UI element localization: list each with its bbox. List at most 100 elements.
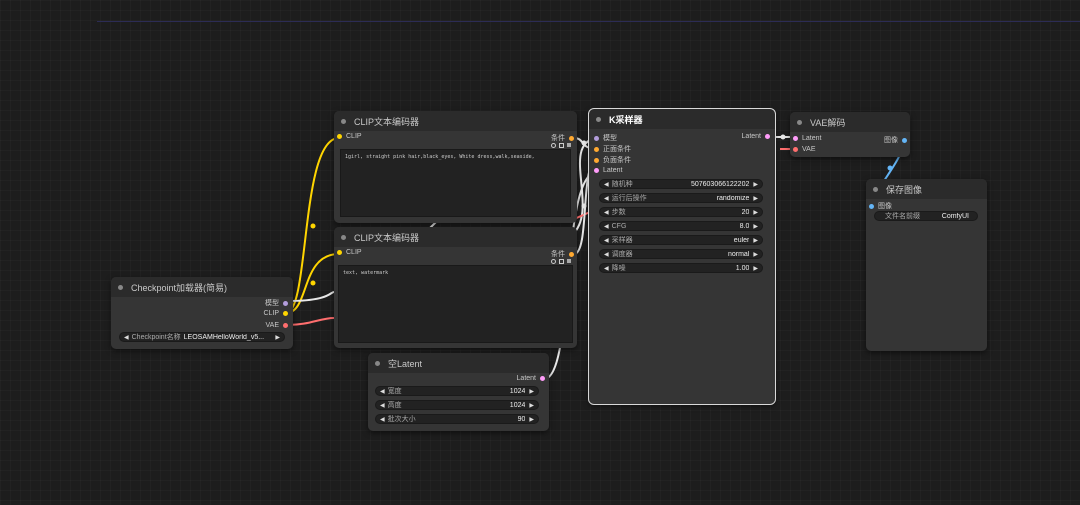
arrow-left-icon[interactable]: ◀	[604, 181, 609, 188]
arrow-left-icon[interactable]: ◀	[380, 388, 385, 395]
clip-text-encode-positive-node[interactable]: CLIP文本编码器 CLIP 条件 1girl, straight pink h…	[334, 111, 577, 223]
collapse-dot-icon[interactable]	[797, 119, 802, 125]
pin-icon[interactable]	[594, 168, 599, 173]
cfg-widget[interactable]: ◀ CFG 8.0 ▶	[599, 221, 763, 231]
collapse-dot-icon[interactable]	[375, 360, 380, 366]
canvas-top-border	[97, 21, 1080, 22]
pin-icon[interactable]	[869, 203, 874, 209]
arrow-right-icon[interactable]: ▶	[753, 195, 758, 202]
speaker-icon[interactable]	[567, 143, 571, 147]
clip-text-encode-negative-node[interactable]: CLIP文本编码器 CLIP 条件 text, watermark	[334, 227, 577, 348]
filename-prefix-widget[interactable]: 文件名前缀 ComfyUI	[874, 211, 978, 221]
output-latent[interactable]: Latent	[517, 375, 545, 382]
seed-widget[interactable]: ◀ 随机种 507603066122202 ▶	[599, 179, 763, 189]
empty-latent-node[interactable]: 空Latent Latent ◀ 宽度 1024 ▶ ◀ 高度 1024 ▶ ◀ 批次大小 90…	[368, 353, 549, 431]
input-image[interactable]: 图像	[869, 201, 892, 211]
input-vae[interactable]: VAE	[793, 146, 816, 153]
circle-icon[interactable]	[551, 143, 556, 148]
height-number-widget[interactable]: ◀ 高度 1024 ▶	[375, 400, 539, 410]
output-conditioning[interactable]: 条件	[551, 249, 574, 259]
batch-size-number-widget[interactable]: ◀ 批次大小 90 ▶	[375, 414, 539, 424]
checkbox-icon[interactable]	[559, 259, 564, 264]
pin-icon[interactable]	[793, 136, 798, 141]
control-after-generate-widget[interactable]: ◀ 运行后操作 randomize ▶	[599, 193, 763, 203]
output-clip[interactable]: CLIP	[263, 310, 288, 317]
checkpoint-loader-node[interactable]: Checkpoint加载器(简易) 模型 CLIP VAE ◀ Checkpoi…	[111, 277, 293, 349]
output-image[interactable]: 图像	[884, 135, 907, 145]
pin-icon[interactable]	[594, 135, 599, 141]
collapse-dot-icon[interactable]	[341, 118, 346, 124]
prompt-textarea[interactable]: text, watermark	[338, 265, 573, 343]
arrow-right-icon[interactable]: ▶	[529, 388, 534, 395]
arrow-right-icon[interactable]: ▶	[753, 265, 758, 272]
input-negative[interactable]: 负面条件	[594, 155, 631, 165]
arrow-left-icon[interactable]: ◀	[604, 195, 609, 202]
input-latent[interactable]: Latent	[793, 135, 821, 142]
sampler-widget[interactable]: ◀ 采样器 euler ▶	[599, 235, 763, 245]
collapse-dot-icon[interactable]	[596, 116, 601, 122]
input-latent[interactable]: Latent	[594, 167, 622, 174]
arrow-right-icon[interactable]: ▶	[753, 223, 758, 230]
output-model[interactable]: 模型	[265, 298, 288, 308]
arrow-left-icon[interactable]: ◀	[380, 416, 385, 423]
output-latent[interactable]: Latent	[742, 133, 770, 140]
node-title[interactable]: Checkpoint加载器(简易)	[111, 277, 293, 297]
link-model	[286, 291, 335, 302]
link-vae	[286, 317, 335, 326]
arrow-left-icon[interactable]: ◀	[380, 402, 385, 409]
ckpt-name-combo[interactable]: ◀ Checkpoint名称 LEOSAMHelloWorld_v5... ▶	[119, 332, 285, 342]
input-positive[interactable]: 正面条件	[594, 144, 631, 154]
pin-icon[interactable]	[283, 300, 288, 306]
arrow-right-icon[interactable]: ▶	[753, 251, 758, 258]
steps-widget[interactable]: ◀ 步数 20 ▶	[599, 207, 763, 217]
node-title[interactable]: 保存图像	[866, 179, 987, 199]
width-number-widget[interactable]: ◀ 宽度 1024 ▶	[375, 386, 539, 396]
node-title[interactable]: K采样器	[589, 109, 775, 129]
node-title[interactable]: CLIP文本编码器	[334, 111, 577, 131]
pin-icon[interactable]	[283, 311, 288, 316]
arrow-left-icon[interactable]: ◀	[604, 237, 609, 244]
scheduler-widget[interactable]: ◀ 调度器 normal ▶	[599, 249, 763, 259]
pin-icon[interactable]	[902, 137, 907, 143]
collapse-dot-icon[interactable]	[873, 186, 878, 192]
arrow-right-icon[interactable]: ▶	[529, 416, 534, 423]
input-model[interactable]: 模型	[594, 133, 617, 143]
pin-icon[interactable]	[793, 147, 798, 152]
arrow-left-icon[interactable]: ◀	[124, 334, 129, 341]
arrow-left-icon[interactable]: ◀	[604, 223, 609, 230]
arrow-right-icon[interactable]: ▶	[275, 334, 280, 341]
pin-icon[interactable]	[569, 251, 574, 257]
save-image-node[interactable]: 保存图像 图像 文件名前缀 ComfyUI	[866, 179, 987, 351]
arrow-left-icon[interactable]: ◀	[604, 209, 609, 216]
arrow-right-icon[interactable]: ▶	[753, 237, 758, 244]
pin-icon[interactable]	[594, 146, 599, 152]
arrow-left-icon[interactable]: ◀	[604, 265, 609, 272]
checkbox-icon[interactable]	[559, 143, 564, 148]
input-clip[interactable]: CLIP	[337, 133, 362, 140]
prompt-textarea[interactable]: 1girl, straight pink hair,black_eyes, Wh…	[340, 149, 571, 217]
pin-icon[interactable]	[337, 250, 342, 255]
node-title[interactable]: 空Latent	[368, 353, 549, 373]
circle-icon[interactable]	[551, 259, 556, 264]
pin-icon[interactable]	[337, 134, 342, 139]
ksampler-node[interactable]: K采样器 模型 正面条件 负面条件 Latent Latent ◀ 随机种 5076…	[588, 108, 776, 405]
node-title[interactable]: CLIP文本编码器	[334, 227, 577, 247]
vae-decode-node[interactable]: VAE解码 Latent VAE 图像	[790, 112, 910, 157]
pin-icon[interactable]	[569, 135, 574, 141]
pin-icon[interactable]	[540, 376, 545, 381]
output-vae[interactable]: VAE	[266, 322, 288, 329]
output-conditioning[interactable]: 条件	[551, 133, 574, 143]
speaker-icon[interactable]	[567, 259, 571, 263]
node-title[interactable]: VAE解码	[790, 112, 910, 132]
arrow-right-icon[interactable]: ▶	[753, 209, 758, 216]
arrow-left-icon[interactable]: ◀	[604, 251, 609, 258]
pin-icon[interactable]	[283, 323, 288, 328]
pin-icon[interactable]	[594, 157, 599, 163]
collapse-dot-icon[interactable]	[341, 234, 346, 240]
denoise-widget[interactable]: ◀ 降噪 1.00 ▶	[599, 263, 763, 273]
input-clip[interactable]: CLIP	[337, 249, 362, 256]
collapse-dot-icon[interactable]	[118, 284, 123, 290]
pin-icon[interactable]	[765, 134, 770, 139]
arrow-right-icon[interactable]: ▶	[753, 181, 758, 188]
arrow-right-icon[interactable]: ▶	[529, 402, 534, 409]
